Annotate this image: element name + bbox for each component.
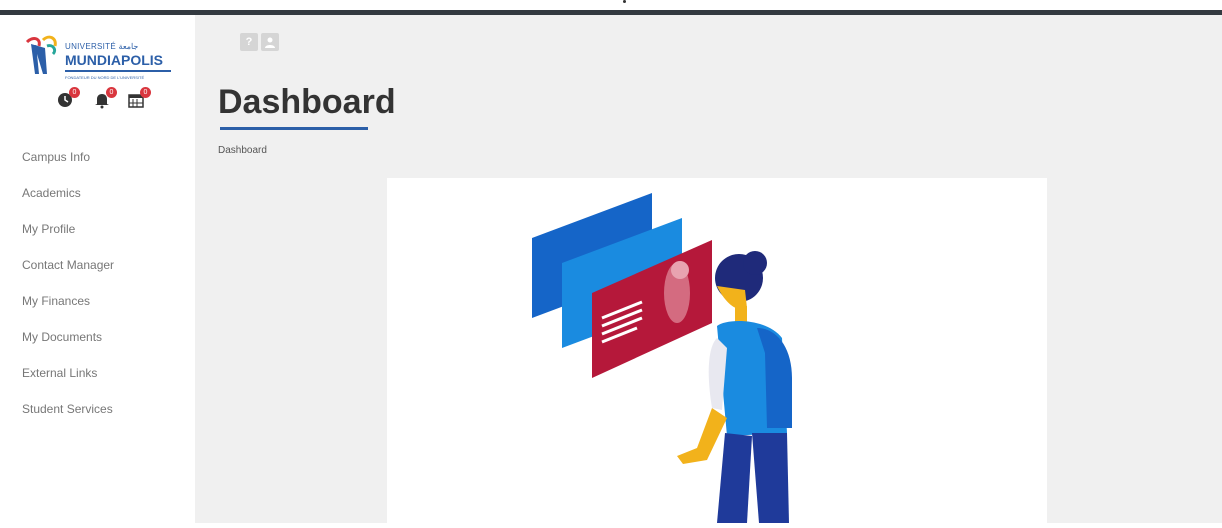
help-icon: ? [245,36,253,48]
top-dot [623,0,626,3]
bell-badge: 0 [106,87,117,98]
calendar-notification[interactable]: 0 [127,87,151,109]
dashboard-illustration-card [387,178,1047,523]
help-button[interactable]: ? [240,33,258,51]
clock-badge: 0 [69,87,80,98]
logo-sub-text: FONDATEUR DU NORD DE L'UNIVERSITÉ [65,75,145,80]
sidebar-item-my-finances[interactable]: My Finances [22,293,192,329]
logo-underline [65,70,171,72]
calendar-badge: 0 [140,87,151,98]
logo-emblem-icon [25,35,57,74]
sidebar-item-campus-info[interactable]: Campus Info [22,149,192,185]
sidebar-item-academics[interactable]: Academics [22,185,192,221]
main-content: ? Dashboard Dashboard [195,15,1222,523]
dashboard-illustration [532,193,792,523]
sidebar-item-external-links[interactable]: External Links [22,365,192,401]
breadcrumb[interactable]: Dashboard [218,145,267,156]
user-icon [265,37,275,48]
clock-notification[interactable]: 0 [56,87,80,109]
title-underline [220,127,368,130]
notification-icons: 0 0 0 [56,87,156,117]
sidebar-item-contact-manager[interactable]: Contact Manager [22,257,192,293]
logo-main-text: MUNDIAPOLIS [65,52,163,68]
sidebar-nav: Campus Info Academics My Profile Contact… [22,149,192,437]
page-title: Dashboard [218,83,396,121]
sidebar-item-my-profile[interactable]: My Profile [22,221,192,257]
sidebar-item-student-services[interactable]: Student Services [22,401,192,437]
user-button[interactable] [261,33,279,51]
logo-top-text: UNIVERSITÉ جامعة [65,42,139,51]
sidebar-item-my-documents[interactable]: My Documents [22,329,192,365]
sidebar: UNIVERSITÉ جامعة MUNDIAPOLIS FONDATEUR D… [0,15,195,523]
university-logo[interactable]: UNIVERSITÉ جامعة MUNDIAPOLIS FONDATEUR D… [25,30,175,88]
bell-notification[interactable]: 0 [93,87,117,109]
